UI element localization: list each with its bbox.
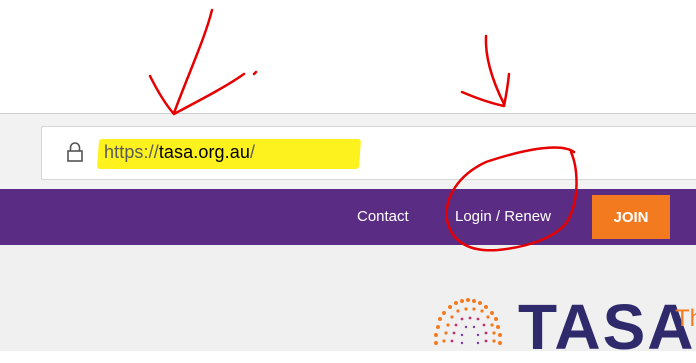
hero-section: TASA Th — [0, 245, 696, 359]
lock-icon[interactable] — [66, 141, 84, 163]
site-header-nav: Contact Login / Renew JOIN — [0, 189, 696, 245]
logo-tagline: Th — [675, 305, 696, 332]
url-trailing-slash: / — [250, 142, 256, 162]
url-text[interactable]: https://tasa.org.au/ — [104, 142, 255, 163]
blank-area — [0, 0, 696, 113]
site-logo[interactable]: TASA Th — [396, 289, 696, 359]
nav-login-renew-link[interactable]: Login / Renew — [455, 208, 551, 225]
join-button[interactable]: JOIN — [592, 195, 670, 239]
nav-contact-link[interactable]: Contact — [357, 208, 409, 225]
logo-wordmark: TASA — [518, 291, 696, 363]
browser-toolbar: https://tasa.org.au/ — [0, 113, 696, 190]
url-domain: tasa.org.au — [158, 142, 250, 162]
url-scheme: https:// — [104, 142, 159, 162]
logo-burst-icon — [434, 298, 502, 345]
address-bar[interactable]: https://tasa.org.au/ — [41, 126, 696, 180]
